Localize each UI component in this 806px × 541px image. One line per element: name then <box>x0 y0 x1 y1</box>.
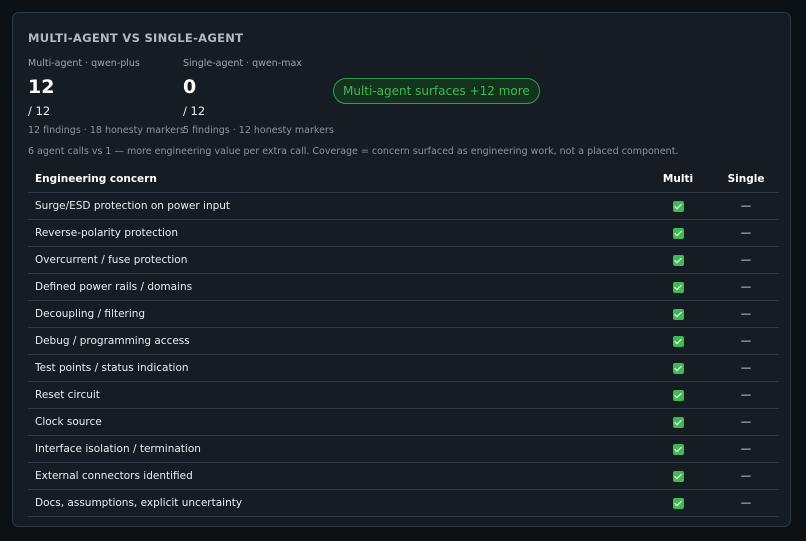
single-cell: — <box>713 408 779 436</box>
table-row: Clock source — <box>28 408 779 436</box>
multi-cell <box>643 219 713 247</box>
not-covered-dash: — <box>740 443 752 455</box>
single-cell: — <box>713 246 779 274</box>
single-cell: — <box>713 381 779 409</box>
comparison-card: MULTI-AGENT VS SINGLE-AGENT Multi-agent … <box>12 12 791 527</box>
concern-label: Defined power rails / domains <box>28 273 643 301</box>
single-cell: — <box>713 192 779 220</box>
check-icon <box>672 281 684 293</box>
single-cell: — <box>713 435 779 463</box>
multi-agent-stat: Multi-agent · qwen-plus 12 / 12 12 findi… <box>28 58 185 137</box>
single-agent-summary: 5 findings · 12 honesty markers <box>183 125 334 136</box>
single-agent-label: Single-agent · qwen-max <box>183 58 302 69</box>
table-row: Test points / status indication — <box>28 354 779 382</box>
table-row: External connectors identified — <box>28 462 779 490</box>
single-cell: — <box>713 462 779 490</box>
table-row: Docs, assumptions, explicit uncertainty — <box>28 489 779 517</box>
column-header-concern: Engineering concern <box>28 166 643 193</box>
multi-cell <box>643 273 713 301</box>
multi-cell <box>643 192 713 220</box>
not-covered-dash: — <box>740 470 752 482</box>
table-row: Surge/ESD protection on power input — <box>28 192 779 220</box>
multi-cell <box>643 435 713 463</box>
single-cell: — <box>713 300 779 328</box>
table-row: Overcurrent / fuse protection — <box>28 246 779 274</box>
check-icon <box>672 416 684 428</box>
check-icon <box>672 335 684 347</box>
concern-label: Docs, assumptions, explicit uncertainty <box>28 489 643 517</box>
single-cell: — <box>713 327 779 355</box>
single-agent-stat: Single-agent · qwen-max 0 / 12 5 finding… <box>183 58 334 137</box>
card-title: MULTI-AGENT VS SINGLE-AGENT <box>28 31 244 45</box>
table-row: Defined power rails / domains — <box>28 273 779 301</box>
concern-label: Surge/ESD protection on power input <box>28 192 643 220</box>
concern-label: Reset circuit <box>28 381 643 409</box>
table-body: Surge/ESD protection on power input — Reve… <box>28 192 779 517</box>
concern-label: Clock source <box>28 408 643 436</box>
concern-label: Test points / status indication <box>28 354 643 382</box>
table-row: Debug / programming access — <box>28 327 779 355</box>
single-cell: — <box>713 219 779 247</box>
not-covered-dash: — <box>740 335 752 347</box>
check-icon <box>672 227 684 239</box>
concern-label: External connectors identified <box>28 462 643 490</box>
multi-agent-total: / 12 <box>28 104 51 118</box>
multi-cell <box>643 462 713 490</box>
column-header-single: Single <box>713 166 779 193</box>
stats-row: Multi-agent · qwen-plus 12 / 12 12 findi… <box>28 58 775 140</box>
single-agent-total: / 12 <box>183 104 206 118</box>
concern-label: Overcurrent / fuse protection <box>28 246 643 274</box>
difference-badge: Multi-agent surfaces +12 more <box>333 78 540 104</box>
check-icon <box>672 200 684 212</box>
not-covered-dash: — <box>740 227 752 239</box>
concern-label: Reverse-polarity protection <box>28 219 643 247</box>
check-icon <box>672 443 684 455</box>
not-covered-dash: — <box>740 200 752 212</box>
coverage-note: 6 agent calls vs 1 — more engineering va… <box>28 146 679 157</box>
concern-label: Debug / programming access <box>28 327 643 355</box>
single-cell: — <box>713 354 779 382</box>
check-icon <box>672 497 684 509</box>
not-covered-dash: — <box>740 497 752 509</box>
single-cell: — <box>713 489 779 517</box>
multi-cell <box>643 327 713 355</box>
multi-cell <box>643 354 713 382</box>
not-covered-dash: — <box>740 389 752 401</box>
multi-cell <box>643 489 713 517</box>
not-covered-dash: — <box>740 362 752 374</box>
table-row: Interface isolation / termination — <box>28 435 779 463</box>
multi-cell <box>643 300 713 328</box>
check-icon <box>672 470 684 482</box>
not-covered-dash: — <box>740 416 752 428</box>
check-icon <box>672 308 684 320</box>
table-row: Reverse-polarity protection — <box>28 219 779 247</box>
not-covered-dash: — <box>740 308 752 320</box>
table-header-row: Engineering concern Multi Single <box>28 166 779 193</box>
check-icon <box>672 254 684 266</box>
table-row: Reset circuit — <box>28 381 779 409</box>
not-covered-dash: — <box>740 281 752 293</box>
check-icon <box>672 362 684 374</box>
multi-cell <box>643 381 713 409</box>
multi-cell <box>643 408 713 436</box>
multi-agent-score: 12 <box>28 76 55 98</box>
concern-label: Interface isolation / termination <box>28 435 643 463</box>
table-row: Decoupling / filtering — <box>28 300 779 328</box>
coverage-table: Engineering concern Multi Single Surge/E… <box>28 166 779 517</box>
concern-label: Decoupling / filtering <box>28 300 643 328</box>
check-icon <box>672 389 684 401</box>
single-agent-score: 0 <box>183 76 197 98</box>
single-cell: — <box>713 273 779 301</box>
multi-cell <box>643 246 713 274</box>
column-header-multi: Multi <box>643 166 713 193</box>
not-covered-dash: — <box>740 254 752 266</box>
multi-agent-label: Multi-agent · qwen-plus <box>28 58 140 69</box>
multi-agent-summary: 12 findings · 18 honesty markers <box>28 125 185 136</box>
